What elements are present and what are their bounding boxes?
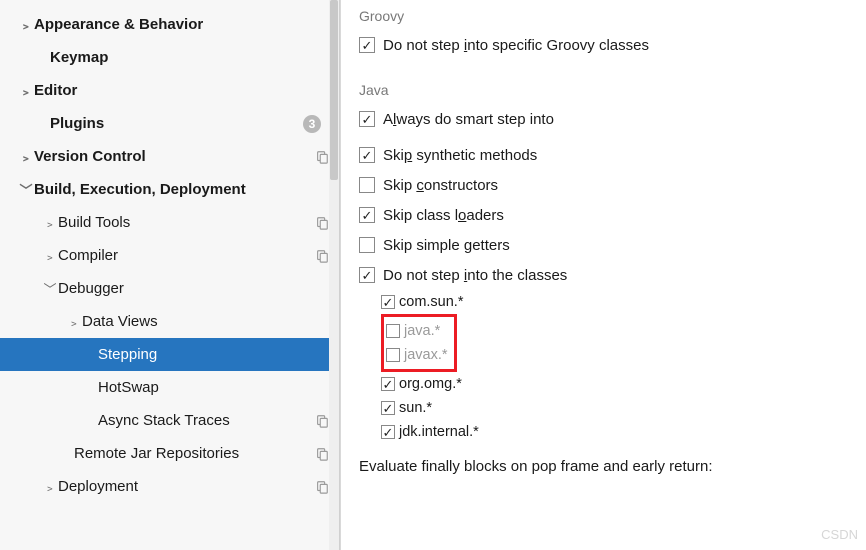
per-project-icon: [315, 216, 329, 230]
class-pattern-item[interactable]: com.sun.*: [381, 290, 848, 314]
sidebar-item-debugger[interactable]: ﹀Debugger: [0, 272, 339, 305]
class-pattern-item[interactable]: java.*: [386, 319, 448, 343]
sidebar-item-label: Deployment: [58, 478, 138, 495]
sidebar-item-label: Appearance & Behavior: [34, 16, 203, 33]
chevron-right-icon: ﹥: [18, 81, 34, 100]
sidebar-item-label: Data Views: [82, 313, 158, 330]
checkbox-option[interactable]: Skip synthetic methods: [359, 140, 848, 170]
checkbox[interactable]: [359, 111, 375, 127]
checkbox-label: Skip simple getters: [383, 237, 510, 254]
chevron-down-icon: ﹀: [42, 279, 58, 298]
checkbox-label: Always do smart step into: [383, 111, 554, 128]
sidebar-item-appearance-behavior[interactable]: ﹥Appearance & Behavior: [0, 8, 339, 41]
per-project-icon: [315, 447, 329, 461]
checkbox-option[interactable]: Skip constructors: [359, 170, 848, 200]
sidebar-item-label: Plugins: [50, 115, 104, 132]
sidebar-scrollbar[interactable]: [329, 0, 339, 550]
checkbox[interactable]: [386, 348, 400, 362]
checkbox[interactable]: [386, 324, 400, 338]
checkbox-option[interactable]: Do not step into the classes: [359, 260, 848, 290]
checkbox-label: sun.*: [399, 400, 432, 416]
chevron-down-icon: ﹀: [18, 180, 34, 199]
checkbox-label: Skip constructors: [383, 177, 498, 194]
scrollbar-thumb[interactable]: [330, 0, 338, 180]
class-pattern-item[interactable]: javax.*: [386, 343, 448, 367]
count-badge: 3: [303, 115, 321, 133]
class-pattern-item[interactable]: org.omg.*: [381, 372, 848, 396]
sidebar-item-data-views[interactable]: ﹥Data Views: [0, 305, 339, 338]
checkbox[interactable]: [359, 207, 375, 223]
per-project-icon: [315, 150, 329, 164]
sidebar-item-label: Compiler: [58, 247, 118, 264]
highlighted-patterns: java.* javax.*: [381, 314, 457, 372]
sidebar-item-label: Build Tools: [58, 214, 130, 231]
sidebar-item-label: Stepping: [98, 346, 157, 363]
per-project-icon: [315, 480, 329, 494]
checkbox-label: Do not step into specific Groovy classes: [383, 37, 649, 54]
sidebar-item-remote-jar-repositories[interactable]: Remote Jar Repositories: [0, 437, 339, 470]
sidebar-item-label: Debugger: [58, 280, 124, 297]
per-project-icon: [315, 414, 329, 428]
class-pattern-item[interactable]: sun.*: [381, 396, 848, 420]
per-project-icon: [315, 249, 329, 263]
chevron-right-icon: ﹥: [18, 147, 34, 166]
checkbox[interactable]: [359, 177, 375, 193]
checkbox[interactable]: [381, 377, 395, 391]
sidebar-item-label: Remote Jar Repositories: [74, 445, 239, 462]
settings-sidebar: ﹥Appearance & BehaviorKeymap﹥EditorPlugi…: [0, 0, 340, 550]
checkbox[interactable]: [359, 267, 375, 283]
checkbox[interactable]: [381, 401, 395, 415]
sidebar-item-editor[interactable]: ﹥Editor: [0, 74, 339, 107]
sidebar-item-label: HotSwap: [98, 379, 159, 396]
checkbox-label: org.omg.*: [399, 376, 462, 392]
checkbox-label: com.sun.*: [399, 294, 463, 310]
sidebar-item-label: Version Control: [34, 148, 146, 165]
sidebar-item-hotswap[interactable]: HotSwap: [0, 371, 339, 404]
checkbox-option[interactable]: Skip class loaders: [359, 200, 848, 230]
checkbox[interactable]: [381, 295, 395, 309]
chevron-right-icon: ﹥: [42, 477, 58, 496]
sidebar-item-stepping[interactable]: Stepping: [0, 338, 339, 371]
chevron-right-icon: ﹥: [66, 312, 82, 331]
chevron-right-icon: ﹥: [42, 213, 58, 232]
class-pattern-item[interactable]: jdk.internal.*: [381, 420, 848, 444]
sidebar-item-async-stack-traces[interactable]: Async Stack Traces: [0, 404, 339, 437]
sidebar-item-build-execution-deployment[interactable]: ﹀Build, Execution, Deployment: [0, 173, 339, 206]
checkbox-label: Do not step into the classes: [383, 267, 567, 284]
sidebar-item-keymap[interactable]: Keymap: [0, 41, 339, 74]
sidebar-item-build-tools[interactable]: ﹥Build Tools: [0, 206, 339, 239]
sidebar-item-plugins[interactable]: Plugins 3: [0, 107, 339, 140]
sidebar-item-deployment[interactable]: ﹥Deployment: [0, 470, 339, 503]
section-title-java: Java: [359, 82, 848, 98]
checkbox-label: Skip class loaders: [383, 207, 504, 224]
checkbox-label: javax.*: [404, 347, 448, 363]
watermark: CSDN: [821, 527, 858, 542]
sidebar-item-label: Async Stack Traces: [98, 412, 230, 429]
checkbox[interactable]: [381, 425, 395, 439]
evaluate-finally-label: Evaluate finally blocks on pop frame and…: [359, 458, 848, 475]
checkbox[interactable]: [359, 237, 375, 253]
checkbox-option[interactable]: Skip simple getters: [359, 230, 848, 260]
checkbox[interactable]: [359, 147, 375, 163]
sidebar-item-version-control[interactable]: ﹥Version Control: [0, 140, 339, 173]
chevron-right-icon: ﹥: [42, 246, 58, 265]
checkbox-label: java.*: [404, 323, 440, 339]
checkbox-option[interactable]: Do not step into specific Groovy classes: [359, 30, 848, 60]
chevron-right-icon: ﹥: [18, 15, 34, 34]
sidebar-item-compiler[interactable]: ﹥Compiler: [0, 239, 339, 272]
sidebar-item-label: Editor: [34, 82, 77, 99]
checkbox-label: Skip synthetic methods: [383, 147, 537, 164]
section-title-groovy: Groovy: [359, 8, 848, 24]
sidebar-item-label: Keymap: [50, 49, 108, 66]
sidebar-item-label: Build, Execution, Deployment: [34, 181, 246, 198]
checkbox-option[interactable]: Always do smart step into: [359, 104, 848, 134]
checkbox[interactable]: [359, 37, 375, 53]
settings-panel: Groovy Do not step into specific Groovy …: [340, 0, 866, 550]
checkbox-label: jdk.internal.*: [399, 424, 479, 440]
